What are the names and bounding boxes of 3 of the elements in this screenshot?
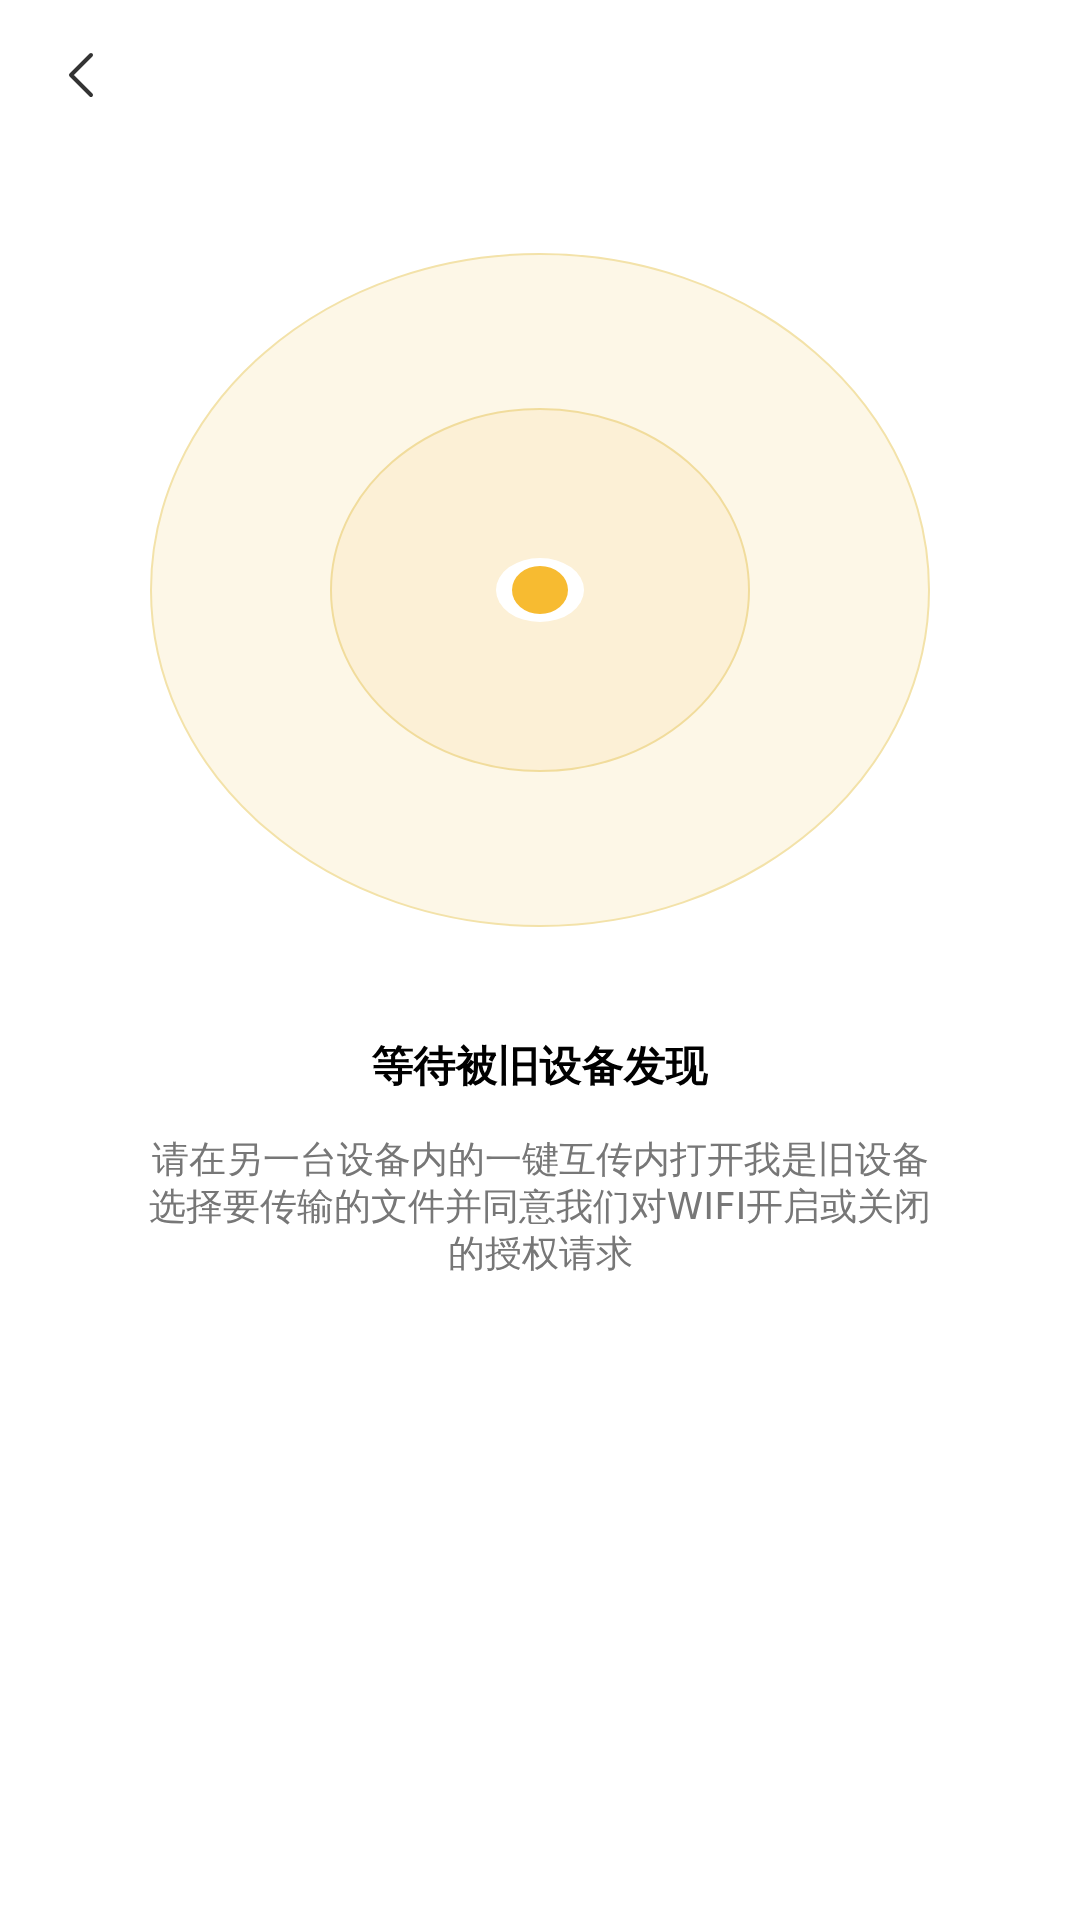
instruction-text: 请在另一台设备内的一键互传内打开我是旧设备 选择要传输的文件并同意我们对WIFI开启或关闭 的授权请求	[147, 1137, 933, 1277]
page-title: 等待被旧设备发现	[372, 1040, 708, 1092]
back-icon	[66, 52, 94, 98]
